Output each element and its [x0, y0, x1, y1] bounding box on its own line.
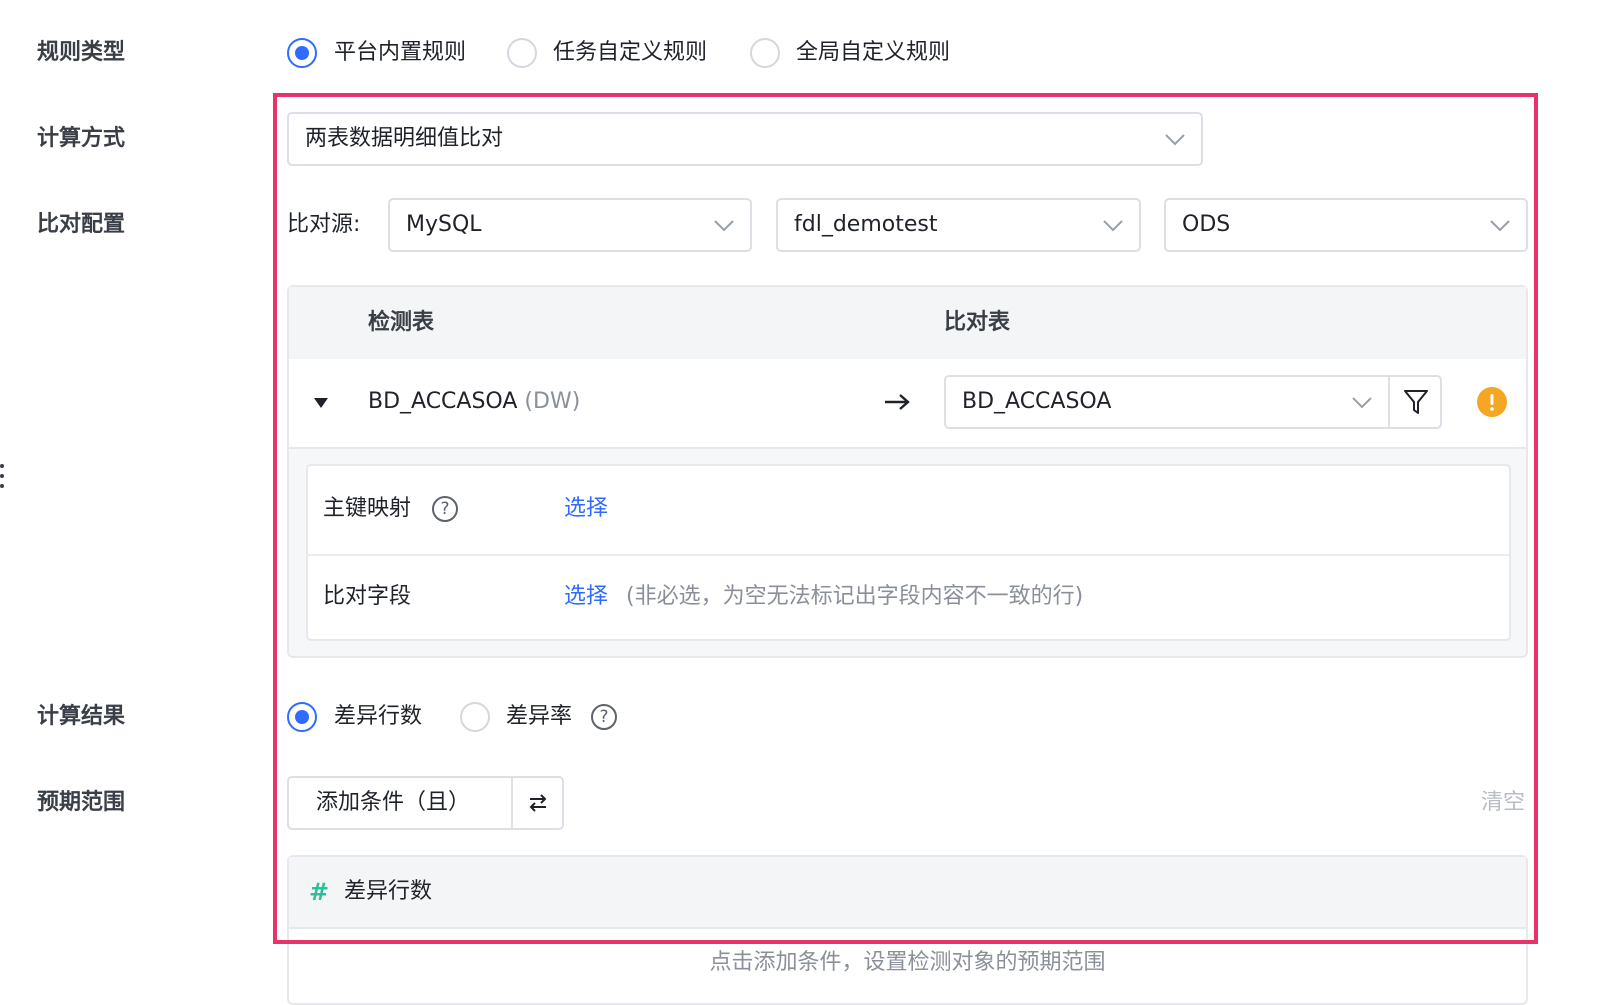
radio-diff-rows-label[interactable]: 差异行数	[334, 702, 422, 732]
schema-value: ODS	[1182, 212, 1231, 237]
radio-task-rule-label[interactable]: 任务自定义规则	[553, 38, 707, 68]
clear-button[interactable]: 清空	[1481, 788, 1525, 818]
hash-icon: #	[309, 878, 330, 906]
expected-range-empty-hint[interactable]: 点击添加条件，设置检测对象的预期范围	[289, 945, 1526, 981]
chevron-down-icon	[1163, 127, 1187, 151]
schema-select[interactable]: ODS	[1164, 198, 1528, 252]
compare-fields-hint: (非必选，为空无法标记出字段内容不一致的行)	[626, 584, 1084, 609]
compare-fields-row: 比对字段 选择 (非必选，为空无法标记出字段内容不一致的行)	[308, 554, 1509, 642]
filter-icon[interactable]	[1402, 388, 1430, 420]
swap-icon[interactable]	[526, 791, 550, 819]
compare-table-header: 检测表 比对表	[289, 287, 1526, 361]
source-type-select[interactable]: MySQL	[388, 198, 752, 252]
caret-down-icon[interactable]	[313, 395, 329, 414]
arrow-right-icon	[883, 391, 911, 417]
compare-table-panel: 检测表 比对表 BD_ACCASOA (DW) BD_ACCASOA 主键映射 …	[287, 285, 1528, 658]
rule-type-label: 规则类型	[37, 40, 126, 65]
pk-mapping-select-link[interactable]: 选择	[564, 466, 608, 552]
drag-handle-icon[interactable]	[0, 462, 6, 490]
expected-range-metric-header: # 差异行数	[289, 857, 1526, 929]
add-condition-group: 添加条件（且）	[287, 776, 564, 830]
calc-result-label: 计算结果	[37, 704, 126, 729]
check-table-suffix: (DW)	[524, 389, 581, 414]
compare-table-select[interactable]: BD_ACCASOA	[944, 375, 1442, 429]
compare-fields-label: 比对字段	[323, 584, 412, 609]
chevron-down-icon	[1101, 213, 1125, 237]
radio-global-rule-label[interactable]: 全局自定义规则	[796, 38, 950, 68]
chevron-down-icon	[712, 213, 736, 237]
compare-config-label: 比对配置	[37, 212, 126, 237]
expected-range-metric: 差异行数	[344, 879, 433, 904]
chevron-down-icon	[1488, 213, 1512, 237]
database-value: fdl_demotest	[794, 212, 938, 237]
chevron-down-icon	[1350, 390, 1374, 414]
table-row: BD_ACCASOA (DW) BD_ACCASOA	[289, 359, 1526, 449]
add-condition-button[interactable]: 添加条件（且）	[316, 778, 470, 828]
radio-global-rule[interactable]	[750, 38, 780, 68]
radio-builtin-rule[interactable]	[287, 38, 317, 68]
pk-mapping-label: 主键映射	[323, 496, 412, 521]
source-type-value: MySQL	[406, 212, 482, 237]
warning-circle-icon[interactable]	[1477, 387, 1507, 417]
header-compare-table: 比对表	[944, 310, 1011, 335]
radio-task-rule[interactable]	[507, 38, 537, 68]
compare-table-value: BD_ACCASOA	[962, 389, 1112, 414]
compare-source-label: 比对源:	[287, 212, 361, 237]
radio-diff-rows[interactable]	[287, 702, 317, 732]
compare-fields-select-link[interactable]: 选择	[564, 554, 608, 640]
field-mapping-panel: 主键映射 ? 选择 比对字段 选择 (非必选，为空无法标记出字段内容不一致的行)	[306, 464, 1511, 641]
button-divider	[511, 778, 513, 828]
radio-builtin-rule-label[interactable]: 平台内置规则	[334, 38, 466, 68]
help-circle-icon[interactable]: ?	[591, 704, 617, 730]
select-divider	[1388, 377, 1390, 427]
radio-diff-rate[interactable]	[460, 702, 490, 732]
pk-mapping-row: 主键映射 ? 选择	[308, 466, 1509, 556]
calc-method-label: 计算方式	[37, 126, 126, 151]
expected-range-panel: # 差异行数 点击添加条件，设置检测对象的预期范围	[287, 855, 1528, 1005]
help-circle-icon[interactable]: ?	[432, 496, 458, 522]
expected-range-label: 预期范围	[37, 790, 126, 815]
calc-method-value: 两表数据明细值比对	[305, 126, 504, 151]
header-check-table: 检测表	[368, 310, 435, 335]
calc-method-select[interactable]: 两表数据明细值比对	[287, 112, 1203, 166]
check-table-value: BD_ACCASOA	[368, 389, 518, 414]
database-select[interactable]: fdl_demotest	[776, 198, 1141, 252]
radio-diff-rate-label[interactable]: 差异率	[506, 702, 572, 732]
check-table-name: BD_ACCASOA (DW)	[368, 359, 580, 445]
